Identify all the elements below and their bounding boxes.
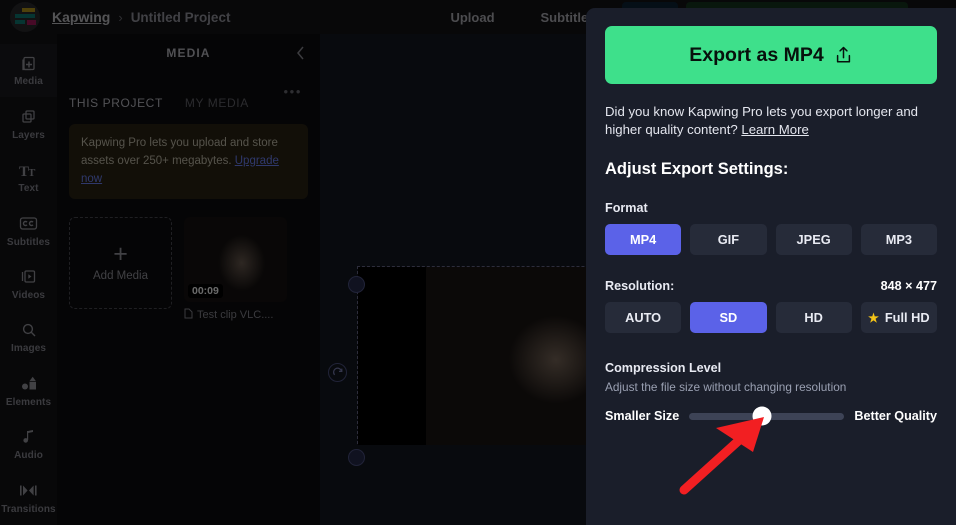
brand-link[interactable]: Kapwing — [52, 9, 110, 25]
sidebar-label-layers: Layers — [12, 129, 45, 141]
format-option-gif[interactable]: GIF — [690, 224, 767, 256]
media-panel-header: MEDIA — [57, 34, 320, 72]
media-panel-tabs: THIS PROJECT MY MEDIA — [57, 72, 320, 110]
resolution-option-full-hd[interactable]: ★ Full HD — [860, 302, 937, 334]
slider-max-label: Better Quality — [854, 409, 937, 424]
share-upload-icon — [834, 45, 853, 65]
chevron-left-icon[interactable] — [290, 43, 310, 63]
sidebar-item-subtitles[interactable]: Subtitles — [0, 204, 57, 257]
plus-icon: + — [113, 239, 128, 268]
add-media-label: Add Media — [93, 269, 148, 282]
resolution-option-sd[interactable]: SD — [690, 302, 767, 334]
export-button-label: Export as MP4 — [689, 43, 824, 66]
search-icon — [21, 321, 37, 339]
resolution-option-auto[interactable]: AUTO — [605, 302, 682, 334]
compression-level-label: Compression Level — [605, 361, 722, 376]
left-tool-rail: Media Layers T T Text Subtitles Videos I… — [0, 34, 57, 525]
format-option-mp3[interactable]: MP3 — [860, 224, 937, 256]
media-panel-title: MEDIA — [166, 46, 211, 60]
sidebar-item-text[interactable]: T T Text — [0, 151, 57, 204]
sidebar-item-videos[interactable]: Videos — [0, 258, 57, 311]
sidebar-label-subtitles: Subtitles — [6, 236, 51, 248]
adjust-export-settings-heading: Adjust Export Settings: — [605, 160, 789, 179]
sidebar-label-media: Media — [14, 76, 43, 88]
resolution-header: Resolution: 848 × 477 — [605, 279, 937, 293]
resolution-options: AUTO SD HD ★ Full HD — [605, 302, 937, 334]
format-option-jpeg[interactable]: JPEG — [775, 224, 852, 256]
slider-min-label: Smaller Size — [605, 409, 680, 424]
sidebar-item-images[interactable]: Images — [0, 311, 57, 364]
sidebar-item-media[interactable]: Media — [0, 44, 57, 98]
resolution-label: Resolution: — [605, 279, 675, 294]
add-media-button[interactable]: + Add Media — [69, 217, 172, 310]
tab-this-project[interactable]: THIS PROJECT — [69, 96, 163, 110]
sidebar-label-images: Images — [10, 343, 47, 355]
video-icon — [20, 268, 37, 286]
closed-caption-icon — [19, 215, 38, 233]
format-label: Format — [605, 201, 648, 216]
file-icon — [184, 308, 193, 322]
project-title[interactable]: Untitled Project — [131, 10, 231, 25]
format-option-mp4[interactable]: MP4 — [605, 224, 682, 256]
sidebar-label-audio: Audio — [14, 450, 43, 462]
sidebar-item-elements[interactable]: Elements — [0, 365, 57, 418]
sidebar-label-elements: Elements — [5, 396, 52, 408]
media-grid: + Add Media 00:09 Test clip VLC.... — [57, 199, 320, 322]
tab-my-media[interactable]: MY MEDIA — [185, 96, 249, 110]
format-options: MP4 GIF JPEG MP3 — [605, 224, 937, 256]
learn-more-link[interactable]: Learn More — [741, 122, 808, 137]
video-letterbox — [358, 267, 426, 445]
svg-text:T: T — [28, 167, 36, 179]
top-nav: Upload Subtitles — [450, 10, 595, 25]
compression-level-description: Adjust the file size without changing re… — [605, 380, 847, 395]
compression-slider-thumb[interactable] — [752, 406, 772, 426]
breadcrumb-separator: › — [118, 9, 123, 25]
sidebar-label-text: Text — [18, 183, 39, 195]
sidebar-item-layers[interactable]: Layers — [0, 97, 57, 150]
asset-name: Test clip VLC.... — [197, 309, 274, 322]
media-panel: MEDIA ••• THIS PROJECT MY MEDIA Kapwing … — [57, 34, 320, 525]
layers-icon — [20, 108, 37, 126]
asset-duration-badge: 00:09 — [188, 284, 223, 299]
more-options-icon[interactable]: ••• — [284, 84, 302, 99]
music-note-icon — [22, 428, 36, 446]
sidebar-item-audio[interactable]: Audio — [0, 418, 57, 471]
text-icon: T T — [19, 161, 38, 179]
transitions-icon — [19, 482, 38, 500]
sidebar-label-transitions: Transitions — [1, 503, 56, 515]
asset-caption: Test clip VLC.... — [184, 308, 287, 322]
kapwing-logo-icon[interactable] — [10, 2, 40, 32]
sidebar-label-videos: Videos — [11, 289, 46, 301]
media-asset-item[interactable]: 00:09 Test clip VLC.... — [184, 217, 287, 322]
shapes-icon — [20, 375, 38, 393]
export-settings-panel: Export as MP4 Did you know Kapwing Pro l… — [586, 8, 956, 525]
resize-handle-bottom-left[interactable] — [348, 449, 365, 466]
media-add-icon — [20, 54, 37, 72]
resize-handle-top-left[interactable] — [348, 276, 365, 293]
compression-slider-row: Smaller Size Better Quality — [605, 406, 937, 426]
resolution-value: 848 × 477 — [880, 279, 937, 294]
sidebar-item-transitions[interactable]: Transitions — [0, 472, 57, 525]
export-as-mp4-button[interactable]: Export as MP4 — [605, 26, 937, 84]
resolution-option-full-hd-label: Full HD — [884, 310, 930, 326]
pro-upsell-note: Did you know Kapwing Pro lets you export… — [605, 103, 937, 138]
star-icon: ★ — [868, 310, 879, 325]
compression-slider-track[interactable] — [689, 406, 845, 426]
nav-upload[interactable]: Upload — [450, 10, 494, 25]
resolution-option-hd[interactable]: HD — [775, 302, 852, 334]
pro-upgrade-banner: Kapwing Pro lets you upload and store as… — [69, 124, 308, 200]
rotate-handle-icon[interactable] — [328, 363, 347, 382]
kapwing-editor-window: Kapwing › Untitled Project Upload Subtit… — [0, 0, 956, 525]
asset-thumbnail[interactable]: 00:09 — [184, 217, 287, 303]
